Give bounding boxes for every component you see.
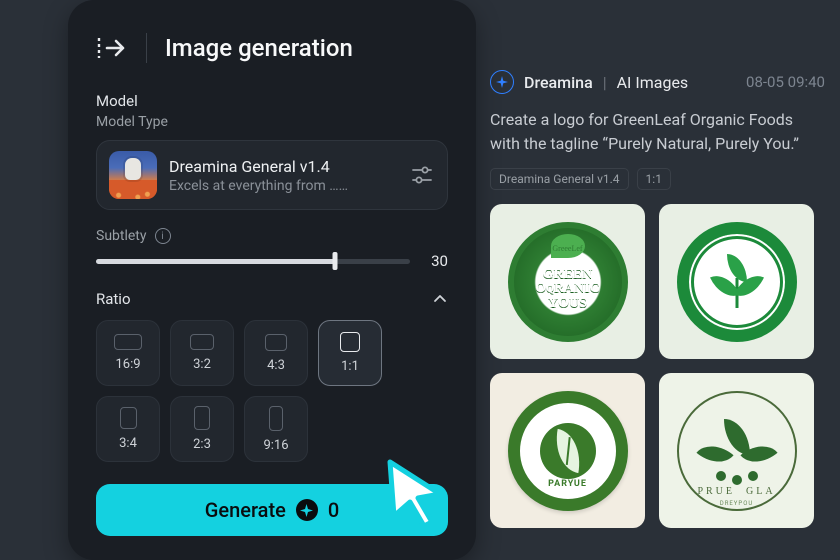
generate-button[interactable]: Generate 0 [96,484,448,536]
collapse-icon[interactable] [96,32,128,64]
model-thumbnail [109,151,157,199]
ratio-shape [194,406,210,430]
ratio-label: 4:3 [267,358,285,373]
ratio-label: 3:4 [119,436,137,451]
model-description: Excels at everything from …… [169,178,397,194]
ratio-header[interactable]: Ratio [96,290,448,308]
feed-header: Dreamina | AI Images 08-05 09:40 [490,70,825,94]
subtlety-row: Subtlety i [96,228,448,244]
ratio-shape [265,334,287,351]
ratio-label: 9:16 [263,438,288,453]
source-name: Dreamina [524,73,593,92]
tag-row: Dreamina General v1.4 1:1 [490,168,825,190]
source-kind: AI Images [617,73,689,92]
ratio-label: 2:3 [193,437,211,452]
model-section-label: Model [96,92,448,110]
generation-panel: Image generation Model Model Type Dreami… [68,0,476,560]
result-thumb[interactable]: GreeeLef GREENOQRANICYOUS [490,204,645,359]
ratio-grid: 16:9 3:2 4:3 1:1 3:4 2:3 9:16 [96,320,448,462]
result-thumb[interactable]: PARYUE [490,373,645,528]
result-feed: Dreamina | AI Images 08-05 09:40 Create … [490,70,825,528]
result-gallery: GreeeLef GREENOQRANICYOUS PARYUE PRUE GL… [490,204,825,528]
generate-label: Generate [205,498,286,522]
subtlety-value: 30 [424,252,448,270]
ratio-section-label: Ratio [96,290,131,308]
source-separator: | [603,73,607,92]
model-name: Dreamina General v1.4 [169,157,397,176]
ratio-label: 3:2 [193,357,211,372]
settings-icon[interactable] [409,162,435,188]
ratio-option-3x2[interactable]: 3:2 [170,320,234,386]
result-thumb[interactable]: PRUE GLA DREYPOU [659,373,814,528]
panel-header: Image generation [96,32,448,64]
ratio-option-16x9[interactable]: 16:9 [96,320,160,386]
ratio-shape [340,332,360,352]
chevron-up-icon [432,291,448,307]
ratio-shape [269,406,283,431]
model-selector[interactable]: Dreamina General v1.4 Excels at everythi… [96,140,448,210]
ratio-shape [114,334,142,350]
feed-timestamp: 08-05 09:40 [746,73,825,91]
subtlety-label: Subtlety [96,228,147,244]
ratio-option-3x4[interactable]: 3:4 [96,396,160,462]
result-thumb[interactable] [659,204,814,359]
ratio-shape [190,334,214,350]
model-type-label: Model Type [96,114,448,130]
ratio-option-9x16[interactable]: 9:16 [244,396,308,462]
ratio-label: 1:1 [341,359,359,374]
header-divider [146,33,147,63]
ratio-label: 16:9 [115,357,140,372]
prompt-tag: 1:1 [637,168,671,190]
prompt-tag: Dreamina General v1.4 [490,168,629,190]
generate-cost: 0 [328,498,339,522]
page-title: Image generation [165,34,353,62]
prompt-text: Create a logo for GreenLeaf Organic Food… [490,108,825,156]
ratio-option-1x1[interactable]: 1:1 [318,320,382,386]
source-badge-icon [490,70,514,94]
ratio-shape [120,407,137,429]
sparkle-icon [296,499,318,521]
ratio-option-4x3[interactable]: 4:3 [244,320,308,386]
subtlety-slider[interactable]: 30 [96,252,448,270]
ratio-option-2x3[interactable]: 2:3 [170,396,234,462]
info-icon[interactable]: i [155,228,171,244]
